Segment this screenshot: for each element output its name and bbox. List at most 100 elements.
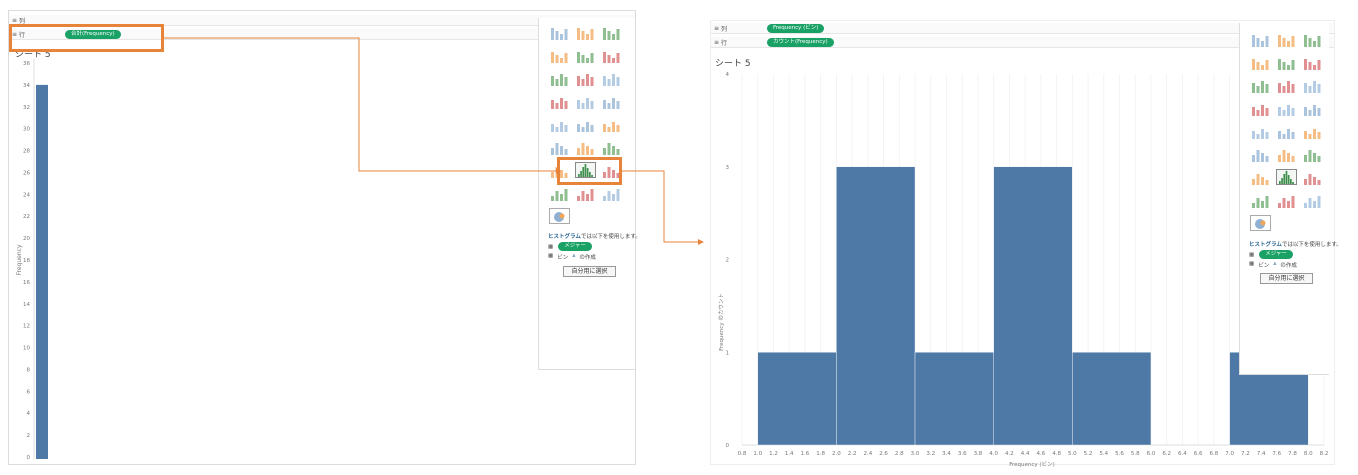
y-tick-label: 1 — [726, 350, 730, 356]
x-axis-label: Frequency (ビン) — [1009, 460, 1054, 468]
x-tick-label: 3.2 — [926, 451, 935, 457]
hint-chart-name: ヒストグラム — [1249, 242, 1282, 248]
x-tick-label: 1.4 — [785, 451, 794, 457]
scatter-plot-icon[interactable] — [1250, 169, 1271, 185]
x-tick-label: 3.4 — [942, 451, 951, 457]
filled-map-icon[interactable] — [1276, 54, 1297, 70]
x-tick-label: 3.8 — [974, 451, 983, 457]
hint-line: ヒストグラムでは以下を使用します。 — [1249, 240, 1342, 248]
rows-label: 行 — [721, 39, 728, 47]
x-tick-label: 5.2 — [1084, 451, 1093, 457]
line-discrete-icon[interactable] — [1276, 123, 1297, 139]
x-tick-label: 7.8 — [1288, 451, 1297, 457]
choose-for-me-button[interactable]: 自分用に選択 — [1260, 273, 1313, 284]
x-tick-label: 7.4 — [1257, 451, 1266, 457]
arrow-shelf-to-thumb — [164, 37, 556, 172]
measure-icon: ▦ — [1249, 251, 1255, 258]
create-text: の作成 — [1280, 263, 1297, 269]
measure-row: ▦ メジャー — [1249, 250, 1293, 259]
line-continuous-icon[interactable] — [1250, 123, 1271, 139]
x-tick-label: 4.0 — [989, 451, 998, 457]
x-tick-label: 2.6 — [879, 451, 888, 457]
heat-map-icon[interactable] — [1276, 31, 1297, 47]
measure-pill: メジャー — [1259, 250, 1293, 259]
x-tick-label: 7.2 — [1241, 451, 1250, 457]
symbol-map-icon[interactable] — [1250, 54, 1271, 70]
pie-chart-icon[interactable] — [1302, 54, 1323, 70]
stacked-bar-icon[interactable] — [1276, 77, 1297, 93]
bin-row: ▦ ビン ⩓ の作成 — [1249, 261, 1297, 269]
columns-label: 列 — [721, 25, 728, 33]
x-tick-label: 4.6 — [1036, 451, 1045, 457]
circle-view-icon[interactable] — [1276, 100, 1297, 116]
horizontal-bar-icon[interactable] — [1250, 77, 1271, 93]
hint-rest: では以下を使用します。 — [1281, 242, 1342, 248]
histogram-bar[interactable] — [1072, 352, 1152, 446]
dual-line-icon[interactable] — [1302, 123, 1323, 139]
highlight-table-icon[interactable] — [1302, 31, 1323, 47]
side-by-side-bar-icon[interactable] — [1302, 77, 1323, 93]
x-tick-label: 1.6 — [801, 451, 810, 457]
x-tick-label: 3.0 — [911, 451, 920, 457]
x-tick-label: 4.8 — [1052, 451, 1061, 457]
x-tick-label: 7.6 — [1272, 451, 1281, 457]
x-tick-label: 1.2 — [769, 451, 778, 457]
x-tick-label: 3.6 — [958, 451, 967, 457]
y-axis-label: Frequency のカウント — [717, 293, 725, 351]
y-tick-labels: 4 3 2 1 0 — [726, 72, 730, 449]
histogram-bar[interactable] — [914, 352, 994, 446]
frequency-bin-pill[interactable]: Frequency (ビン) — [767, 23, 825, 33]
arrow-thumb-to-right — [622, 170, 698, 243]
x-tick-label: 8.0 — [1304, 451, 1313, 457]
bullet-graph-icon[interactable] — [1276, 192, 1297, 208]
area-continuous-icon[interactable] — [1250, 146, 1271, 162]
histogram-bars — [757, 166, 1309, 446]
x-tick-label: 5.6 — [1115, 451, 1124, 457]
bin-text: ビン — [1258, 263, 1270, 269]
x-tick-label: 2.2 — [848, 451, 857, 457]
show-me-panel-right: ヒストグラムでは以下を使用します。 ▦ メジャー ▦ ビン ⩓ の作成 自分用に… — [1239, 23, 1342, 375]
x-tick-label: 2.0 — [832, 451, 841, 457]
x-tick-label: 4.2 — [1005, 451, 1014, 457]
x-tick-label: 0.8 — [738, 451, 747, 457]
x-tick-labels: 0.8 1.0 1.2 1.4 1.6 1.8 2.0 2.2 2.4 2.6 2.8 3.0 3.2 3… — [738, 451, 1329, 457]
arrowhead-icon — [698, 239, 704, 245]
histogram-bar[interactable] — [993, 166, 1073, 446]
histogram-icon[interactable] — [1276, 169, 1297, 185]
x-tick-label: 6.2 — [1162, 451, 1171, 457]
x-tick-label: 7.0 — [1225, 451, 1234, 457]
count-frequency-pill[interactable]: カウント(Frequency) — [767, 37, 834, 47]
x-tick-label: 5.4 — [1099, 451, 1108, 457]
packed-bubbles-icon[interactable] — [1302, 192, 1323, 208]
map-extension-icon[interactable] — [1250, 215, 1271, 231]
area-discrete-icon[interactable] — [1276, 146, 1297, 162]
x-tick-label: 8.2 — [1320, 451, 1329, 457]
x-tick-label: 5.0 — [1068, 451, 1077, 457]
histogram-bar[interactable] — [836, 166, 916, 446]
x-tick-label: 2.4 — [863, 451, 872, 457]
y-tick-label: 0 — [726, 443, 730, 449]
gantt-chart-icon[interactable] — [1250, 192, 1271, 208]
treemap-icon[interactable] — [1250, 100, 1271, 116]
arrowhead-icon — [556, 168, 561, 174]
shelf-icon: ≡ — [714, 38, 720, 46]
x-tick-label: 2.8 — [895, 451, 904, 457]
x-tick-label: 6.0 — [1147, 451, 1156, 457]
dimension-icon: ▦ — [1249, 261, 1255, 267]
text-table-icon[interactable] — [1250, 31, 1271, 47]
bin-icon: ⩓ — [1273, 261, 1277, 267]
x-tick-label: 1.8 — [816, 451, 825, 457]
shelf-icon: ≡ — [714, 24, 720, 32]
x-tick-label: 6.4 — [1178, 451, 1187, 457]
y-tick-label: 3 — [726, 165, 730, 171]
side-by-side-circle-icon[interactable] — [1302, 100, 1323, 116]
box-plot-icon[interactable] — [1302, 169, 1323, 185]
histogram-bar[interactable] — [757, 352, 837, 446]
x-tick-label: 4.4 — [1021, 451, 1030, 457]
y-tick-label: 2 — [726, 258, 730, 264]
x-tick-label: 6.6 — [1194, 451, 1203, 457]
x-tick-label: 5.8 — [1131, 451, 1140, 457]
x-tick-label: 6.8 — [1210, 451, 1219, 457]
dual-combination-icon[interactable] — [1302, 146, 1323, 162]
y-tick-label: 4 — [726, 72, 730, 78]
